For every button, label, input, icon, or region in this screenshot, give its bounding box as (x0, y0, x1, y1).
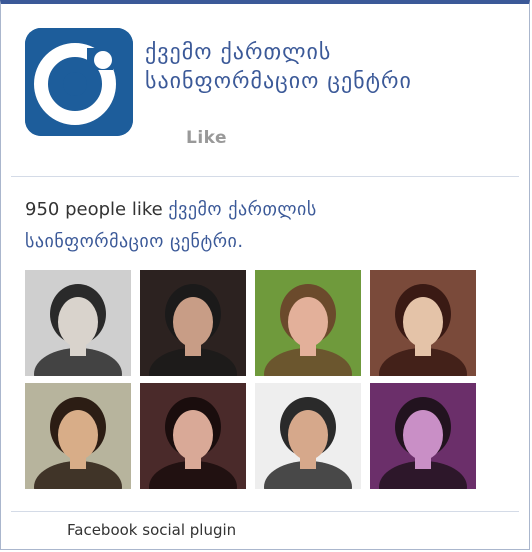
divider (11, 176, 519, 177)
page-name-link[interactable]: ქვემო ქართლის საინფორმაციო ცენტრი (145, 38, 412, 96)
avatar-photo (370, 383, 476, 489)
fan-avatar[interactable] (370, 383, 476, 489)
avatar-photo (370, 270, 476, 376)
page-logo[interactable] (25, 28, 133, 136)
divider (11, 511, 519, 512)
fan-avatar[interactable] (255, 383, 361, 489)
fan-avatar[interactable] (25, 383, 131, 489)
fan-count: 950 people like (25, 199, 169, 220)
fan-count-text: 950 people like ქვემო ქართლის საინფორმაცი… (25, 194, 485, 258)
logo-icon (25, 28, 133, 136)
page-link-line2: საინფორმაციო ცენტრი (25, 231, 238, 252)
page-link-suffix: . (237, 231, 244, 252)
page-header: ქვემო ქართლის საინფორმაციო ცენტრი Like (11, 14, 519, 176)
avatar-photo (140, 270, 246, 376)
like-button[interactable]: Like (186, 128, 227, 148)
page-name-line2: საინფორმაციო ცენტრი (145, 69, 412, 94)
fan-faces-grid (25, 270, 477, 489)
footer-text[interactable]: Facebook social plugin (67, 521, 236, 539)
fan-avatar[interactable] (140, 383, 246, 489)
fan-avatar[interactable] (140, 270, 246, 376)
avatar-photo (25, 270, 131, 376)
fan-avatar[interactable] (370, 270, 476, 376)
page-name-line1: ქვემო ქართლის (145, 40, 332, 65)
page-link-line1: ქვემო ქართლის (168, 199, 317, 220)
avatar-photo (255, 270, 361, 376)
avatar-photo (255, 383, 361, 489)
avatar-photo (140, 383, 246, 489)
fan-avatar[interactable] (255, 270, 361, 376)
fan-avatar[interactable] (25, 270, 131, 376)
facebook-like-box: ქვემო ქართლის საინფორმაციო ცენტრი Like 9… (0, 0, 530, 550)
avatar-photo (25, 383, 131, 489)
